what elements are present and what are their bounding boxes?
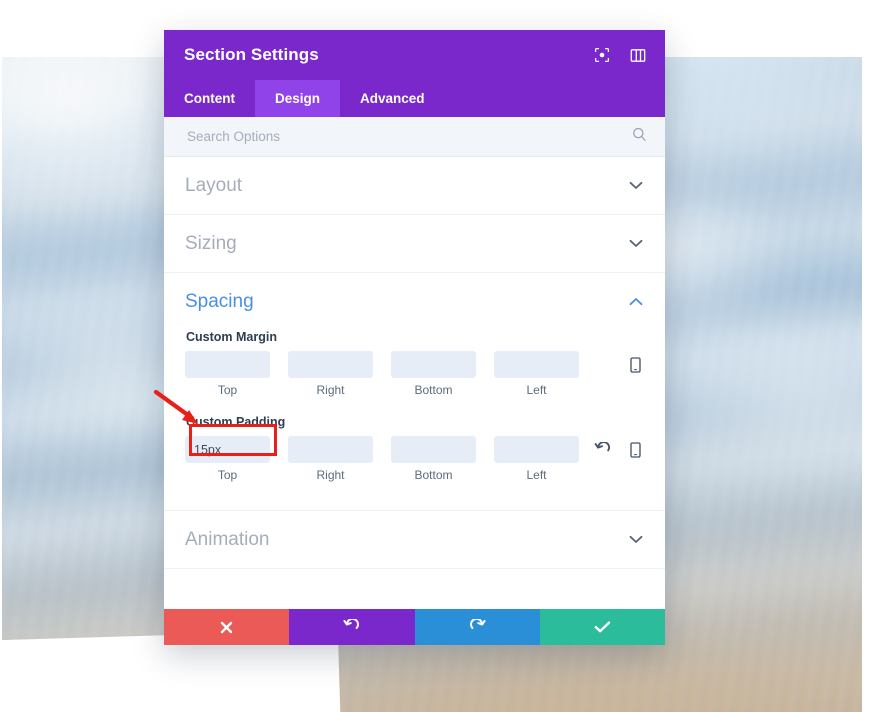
padding-right-input[interactable] xyxy=(288,436,373,463)
custom-padding-group: Custom Padding Top Right xyxy=(185,415,644,482)
search-input[interactable] xyxy=(185,128,632,145)
search-bar xyxy=(164,117,665,157)
undo-icon xyxy=(343,618,360,636)
accordion-spacing-title: Spacing xyxy=(185,290,254,312)
padding-bottom-input[interactable] xyxy=(391,436,476,463)
save-button[interactable] xyxy=(539,609,665,645)
modal-footer xyxy=(164,609,665,645)
accordion-animation-title: Animation xyxy=(185,528,270,550)
padding-bottom-cell: Bottom xyxy=(391,436,476,482)
tab-design[interactable]: Design xyxy=(255,80,341,117)
cancel-button[interactable] xyxy=(164,609,290,645)
page-title: Section Settings xyxy=(184,45,319,64)
accordion-animation-header[interactable]: Animation xyxy=(185,511,644,568)
margin-right-caption: Right xyxy=(316,383,345,397)
check-icon xyxy=(594,620,611,634)
accordion-layout-title: Layout xyxy=(185,174,243,196)
margin-bottom-caption: Bottom xyxy=(414,383,453,397)
redo-icon xyxy=(469,618,486,636)
padding-bottom-caption: Bottom xyxy=(414,468,453,482)
custom-margin-label: Custom Margin xyxy=(186,330,277,344)
close-icon xyxy=(219,620,234,635)
padding-top-caption: Top xyxy=(217,468,238,482)
accordion-spacing-header[interactable]: Spacing xyxy=(185,273,644,330)
custom-padding-tools xyxy=(594,436,644,459)
chevron-down-icon[interactable] xyxy=(628,178,644,194)
custom-margin-tools xyxy=(594,351,644,374)
margin-top-input[interactable] xyxy=(185,351,270,378)
accordion-sizing-title: Sizing xyxy=(185,232,237,254)
settings-panel-body: Layout Sizing Spacing Custom Margin Top … xyxy=(164,157,665,609)
accordion-sizing-header[interactable]: Sizing xyxy=(185,215,644,272)
custom-padding-row: Top Right Bottom xyxy=(185,436,644,482)
margin-top-caption: Top xyxy=(217,383,238,397)
focus-target-icon[interactable] xyxy=(593,46,611,64)
padding-left-cell: Left xyxy=(494,436,579,482)
tab-content[interactable]: Content xyxy=(164,80,255,117)
custom-padding-label: Custom Padding xyxy=(186,415,286,429)
tab-advanced[interactable]: Advanced xyxy=(340,80,445,117)
padding-right-cell: Right xyxy=(288,436,373,482)
redo-button[interactable] xyxy=(414,609,540,645)
margin-mobile-icon[interactable] xyxy=(627,356,644,374)
page-gutter-right xyxy=(862,0,880,712)
page-gutter-left xyxy=(0,0,2,712)
modal-header-actions xyxy=(593,46,647,64)
margin-top-cell: Top xyxy=(185,351,270,397)
margin-bottom-input[interactable] xyxy=(391,351,476,378)
custom-margin-row: Top Right Bottom Left xyxy=(185,351,644,397)
margin-left-caption: Left xyxy=(526,383,547,397)
margin-right-cell: Right xyxy=(288,351,373,397)
accordion-spacing: Spacing Custom Margin Top Right Bottom L… xyxy=(164,273,665,511)
accordion-sizing: Sizing xyxy=(164,215,665,273)
margin-left-cell: Left xyxy=(494,351,579,397)
undo-button[interactable] xyxy=(289,609,415,645)
accordion-layout-header[interactable]: Layout xyxy=(185,157,644,214)
chevron-down-icon[interactable] xyxy=(628,532,644,548)
modal-header: Section Settings xyxy=(164,30,665,80)
spacing-content: Custom Margin Top Right Bottom Left Cust… xyxy=(185,330,644,510)
padding-reset-icon[interactable] xyxy=(594,441,611,459)
custom-margin-group: Custom Margin Top Right Bottom Left xyxy=(185,330,644,397)
padding-top-input[interactable] xyxy=(185,436,270,463)
layout-columns-icon[interactable] xyxy=(629,46,647,64)
screenshot-stage: Section Settings Content Design Advanced… xyxy=(0,0,880,712)
padding-mobile-icon[interactable] xyxy=(627,441,644,459)
padding-top-cell: Top xyxy=(185,436,270,482)
margin-bottom-cell: Bottom xyxy=(391,351,476,397)
margin-right-input[interactable] xyxy=(288,351,373,378)
chevron-up-icon[interactable] xyxy=(628,294,644,310)
padding-left-input[interactable] xyxy=(494,436,579,463)
chevron-down-icon[interactable] xyxy=(628,236,644,252)
section-settings-modal: Section Settings Content Design Advanced… xyxy=(164,30,665,645)
padding-left-caption: Left xyxy=(526,468,547,482)
accordion-layout: Layout xyxy=(164,157,665,215)
accordion-animation: Animation xyxy=(164,511,665,569)
search-icon[interactable] xyxy=(632,127,647,147)
margin-left-input[interactable] xyxy=(494,351,579,378)
modal-tabbar: Content Design Advanced xyxy=(164,80,665,117)
padding-right-caption: Right xyxy=(316,468,345,482)
